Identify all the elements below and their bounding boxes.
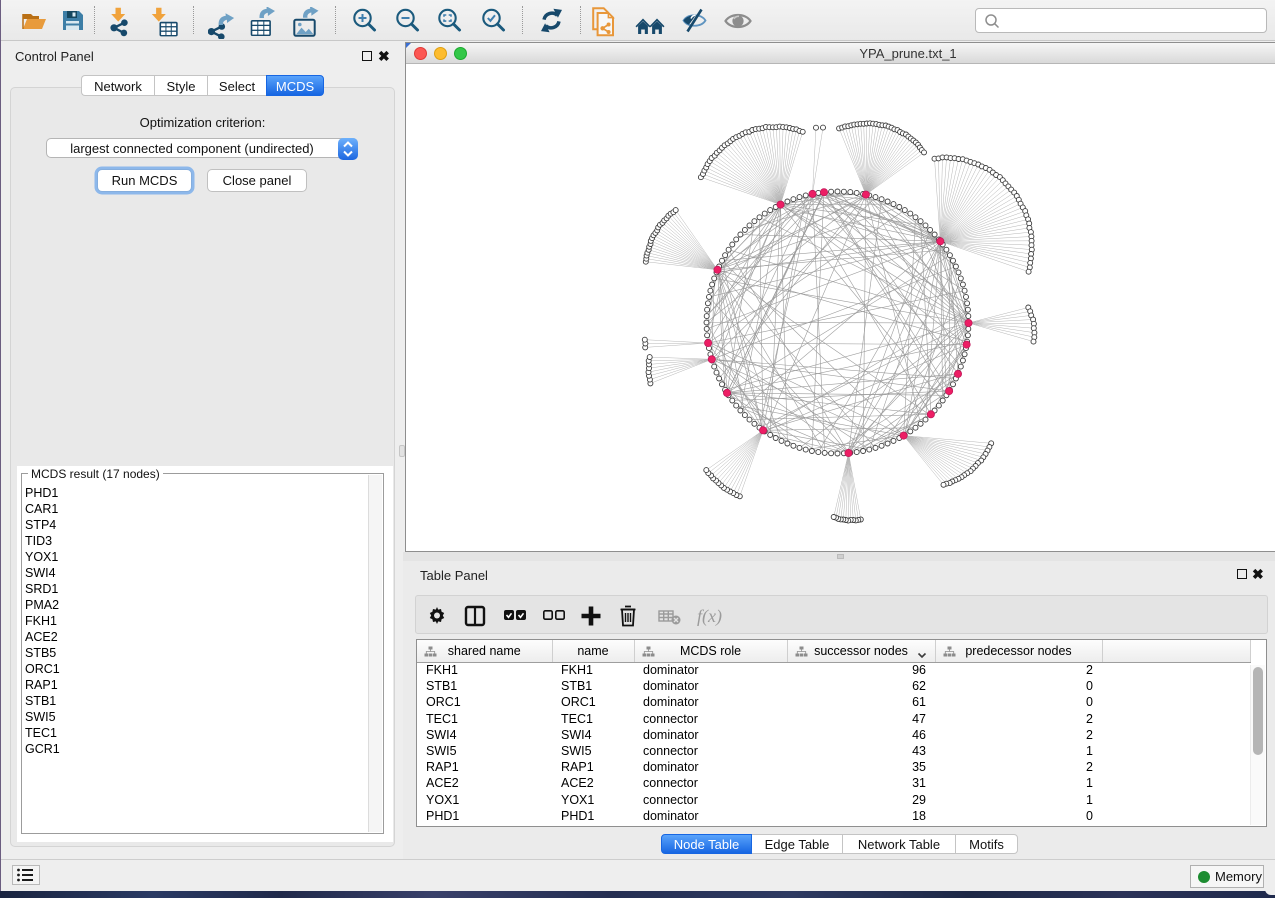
svg-text:f(x): f(x): [697, 606, 722, 627]
